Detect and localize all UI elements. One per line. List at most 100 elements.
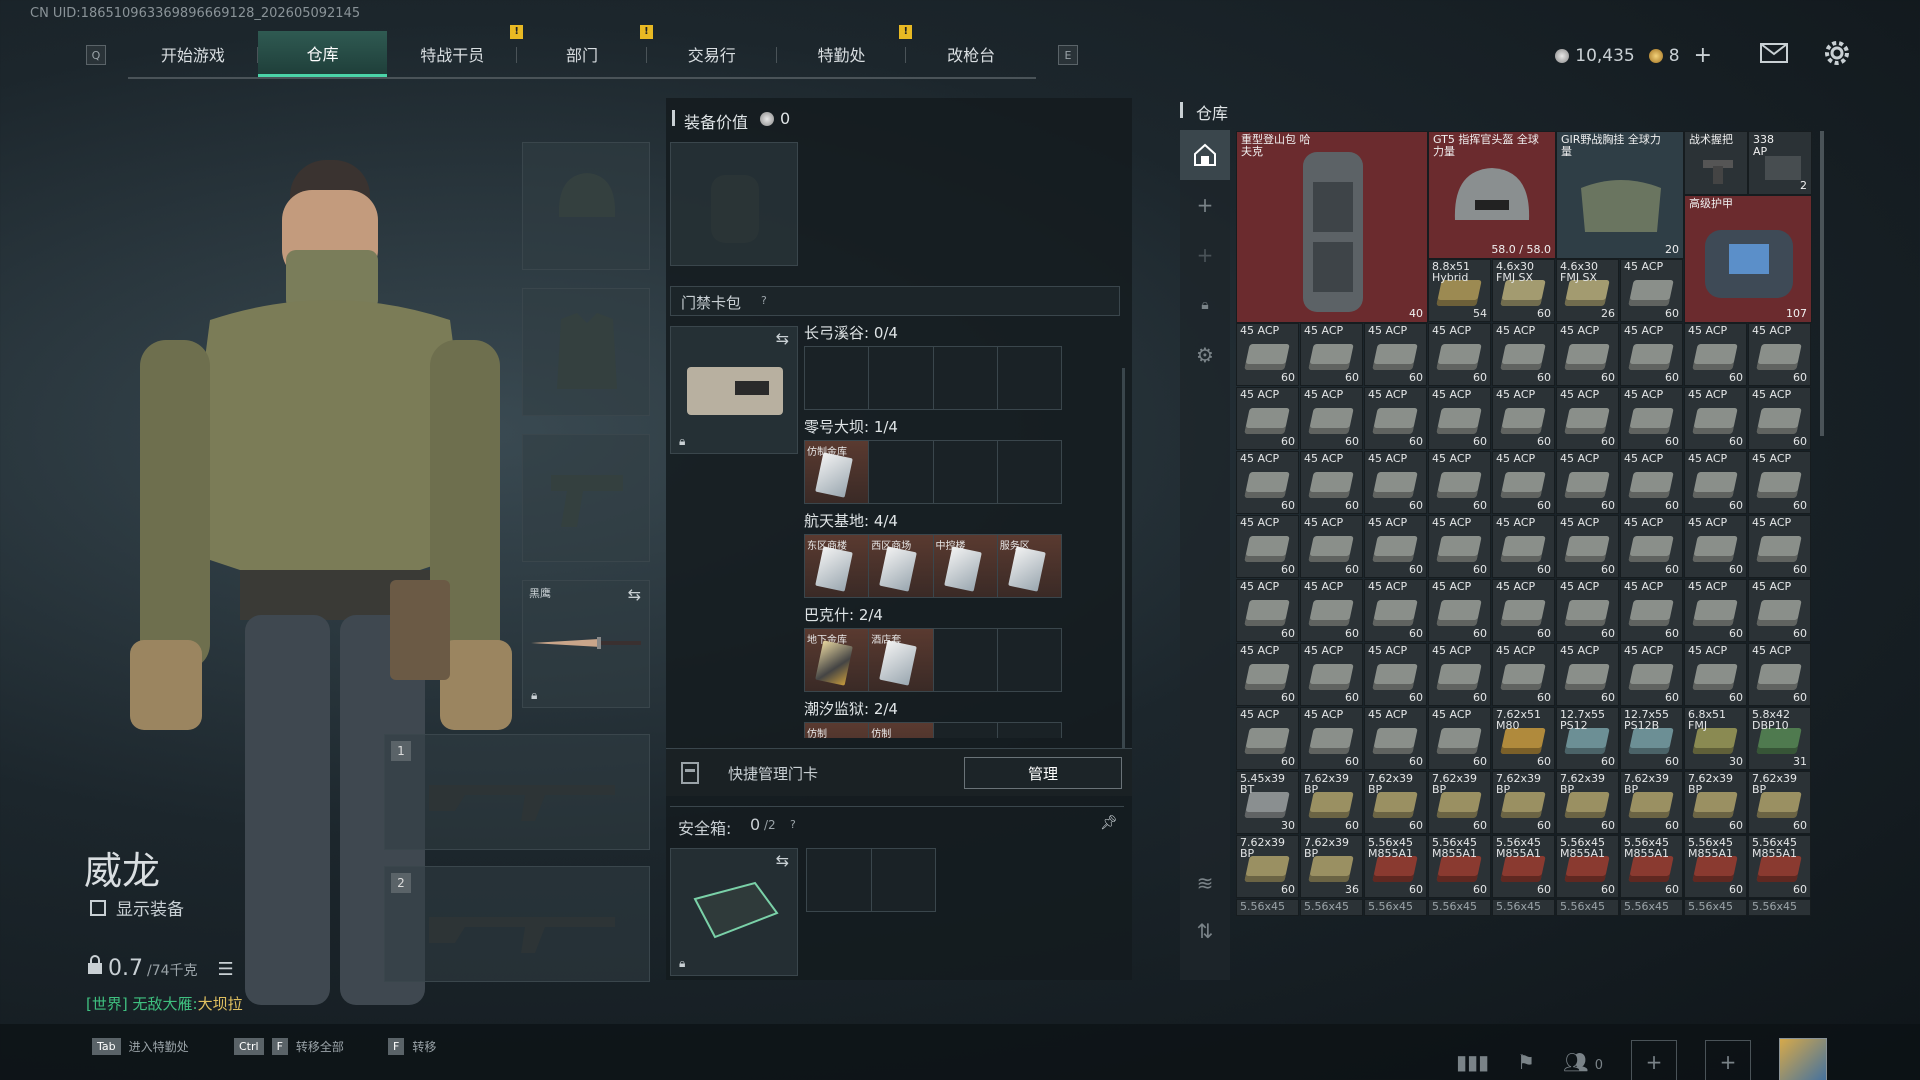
ammo-item[interactable]: 45 ACP 60 [1428, 579, 1491, 642]
storage-item[interactable]: GIR野战胸挂 全球力量 20 [1556, 131, 1684, 259]
ammo-item[interactable]: 45 ACP 60 [1428, 643, 1491, 706]
keycard[interactable]: 仿制金库 [805, 441, 870, 503]
ammo-item[interactable]: 45 ACP 60 [1300, 643, 1363, 706]
ammo-item[interactable]: 5.56x45 M855A1 60 [1492, 835, 1555, 898]
ammo-item[interactable]: 45 ACP 60 [1428, 707, 1491, 770]
ammo-item[interactable]: 45 ACP 60 [1748, 387, 1811, 450]
keycard[interactable]: 服务区 [997, 535, 1061, 597]
keycard[interactable]: 西区商场 [869, 535, 934, 597]
keycard[interactable]: 中控楼 [933, 535, 998, 597]
ammo-item[interactable]: 45 ACP 60 [1492, 323, 1555, 386]
ammo-item[interactable]: 45 ACP 60 [1620, 323, 1683, 386]
ammo-item[interactable]: 12.7x55 PS12B 60 [1620, 707, 1683, 770]
ammo-item[interactable]: 5.56x45 [1364, 899, 1427, 916]
ammo-item[interactable]: 5.56x45 [1236, 899, 1299, 916]
ammo-item[interactable]: 5.56x45 M855A1 60 [1428, 835, 1491, 898]
ammo-item[interactable]: 45 ACP 60 [1300, 387, 1363, 450]
ammo-item[interactable]: 45 ACP 60 [1684, 451, 1747, 514]
primary-weapon-slot[interactable]: 1 [384, 734, 650, 850]
keycard-slot-empty[interactable] [805, 347, 870, 409]
ammo-item[interactable]: 45 ACP 60 [1620, 387, 1683, 450]
add-tab-icon[interactable]: + [1180, 230, 1230, 280]
ammo-item[interactable]: 45 ACP 60 [1428, 323, 1491, 386]
ammo-item[interactable]: 5.56x45 M855A1 60 [1364, 835, 1427, 898]
ammo-item[interactable]: 45 ACP 60 [1236, 707, 1299, 770]
friends-icon[interactable]: 👥︎ 0 [1563, 1050, 1603, 1074]
keycard[interactable]: 地下金库 [805, 629, 870, 691]
keycard-slot-empty[interactable] [934, 723, 998, 738]
ammo-item[interactable]: 4.6x30 FMJ SX 26 [1556, 259, 1619, 322]
ammo-item[interactable]: 5.56x45 M855A1 60 [1684, 835, 1747, 898]
ammo-item[interactable]: 7.62x39 BP 60 [1364, 771, 1427, 834]
ammo-item[interactable]: 45 ACP 60 [1300, 707, 1363, 770]
flag-icon[interactable]: ⚑ [1517, 1050, 1535, 1074]
ammo-item[interactable]: 7.62x39 BP 36 [1300, 835, 1363, 898]
ammo-item[interactable]: 45 ACP 60 [1684, 323, 1747, 386]
ammo-item[interactable]: 45 ACP 60 [1492, 643, 1555, 706]
add-member-button[interactable]: + [1705, 1040, 1751, 1080]
ammo-item[interactable]: 45 ACP 60 [1748, 451, 1811, 514]
add-tab-icon[interactable]: + [1180, 180, 1230, 230]
storage-item[interactable]: GT5 指挥官头盔 全球力量 58.0 / 58.0 [1428, 131, 1556, 259]
tab-department[interactable]: 部门! [517, 25, 653, 77]
ammo-item[interactable]: 45 ACP 60 [1556, 515, 1619, 578]
safebox-slot[interactable]: ⇆ 🔒︎ [670, 848, 798, 976]
armor-slot[interactable] [522, 288, 650, 416]
ammo-item[interactable]: 5.56x45 [1684, 899, 1747, 916]
ammo-item[interactable]: 4.6x30 FMJ SX 60 [1492, 259, 1555, 322]
ammo-item[interactable]: 45 ACP 60 [1236, 323, 1299, 386]
stats-chart-icon[interactable]: ▮▮▮ [1456, 1050, 1489, 1074]
safebox-cell[interactable] [872, 849, 936, 911]
ammo-item[interactable]: 7.62x39 BP 60 [1748, 771, 1811, 834]
ammo-item[interactable]: 45 ACP 60 [1364, 451, 1427, 514]
keycard[interactable]: 仿制 [869, 723, 934, 738]
storage-item[interactable]: 高级护甲 107 [1684, 195, 1812, 323]
swap-icon[interactable]: ⇆ [776, 851, 789, 870]
mail-icon[interactable] [1760, 43, 1788, 68]
hint-transfer-all[interactable]: Ctrl F 转移全部 [234, 1038, 344, 1055]
ammo-item[interactable]: 5.56x45 [1556, 899, 1619, 916]
ammo-item[interactable]: 5.8x42 DBP10 31 [1748, 707, 1811, 770]
show-equipment-checkbox[interactable] [90, 899, 106, 916]
keycard[interactable]: 仿制 [805, 723, 870, 738]
ammo-item[interactable]: 45 ACP 60 [1556, 387, 1619, 450]
ammo-item[interactable]: 45 ACP 60 [1492, 387, 1555, 450]
tab-start-game[interactable]: 开始游戏 [128, 31, 258, 77]
ammo-item[interactable]: 45 ACP 60 [1300, 323, 1363, 386]
ammo-item[interactable]: 5.56x45 [1300, 899, 1363, 916]
help-icon[interactable]: ? [790, 818, 796, 831]
storage-home-icon[interactable] [1180, 130, 1230, 180]
keycard-slot-empty[interactable] [998, 347, 1061, 409]
ammo-item[interactable]: 8.8x51 Hybrid 54 [1428, 259, 1491, 322]
settings-gear-icon[interactable] [1824, 40, 1850, 71]
scrollbar[interactable] [1122, 368, 1125, 748]
ammo-item[interactable]: 45 ACP 60 [1236, 387, 1299, 450]
ammo-item[interactable]: 45 ACP 60 [1236, 579, 1299, 642]
ammo-item[interactable]: 45 ACP 60 [1556, 323, 1619, 386]
ammo-item[interactable]: 5.56x45 [1492, 899, 1555, 916]
keycard-slot-empty[interactable] [934, 441, 998, 503]
ammo-item[interactable]: 5.56x45 [1428, 899, 1491, 916]
tab-market[interactable]: 交易行 [647, 31, 777, 77]
ammo-item[interactable]: 45 ACP 60 [1364, 323, 1427, 386]
ammo-item[interactable]: 45 ACP 60 [1364, 707, 1427, 770]
avatar[interactable] [1779, 1038, 1827, 1080]
ammo-item[interactable]: 12.7x55 PS12 60 [1556, 707, 1619, 770]
ammo-item[interactable]: 45 ACP 60 [1236, 643, 1299, 706]
keycard-slot-empty[interactable] [934, 347, 998, 409]
ammo-item[interactable]: 5.56x45 [1748, 899, 1811, 916]
ammo-item[interactable]: 45 ACP 60 [1428, 387, 1491, 450]
keycard[interactable]: 东区商楼 [805, 535, 870, 597]
manage-button[interactable]: 管理 [964, 757, 1122, 789]
ammo-item[interactable]: 45 ACP 60 [1364, 387, 1427, 450]
swap-icon[interactable]: ⇆ [776, 329, 789, 348]
hint-transfer[interactable]: F 转移 [388, 1038, 436, 1055]
help-icon[interactable]: ? [761, 294, 767, 307]
tab-gunsmith[interactable]: 改枪台 [906, 31, 1036, 77]
ammo-item[interactable]: 45 ACP 60 [1620, 259, 1683, 322]
ammo-item[interactable]: 45 ACP 60 [1684, 579, 1747, 642]
ammo-item[interactable]: 45 ACP 60 [1236, 515, 1299, 578]
ammo-item[interactable]: 45 ACP 60 [1300, 451, 1363, 514]
ammo-item[interactable]: 5.56x45 M855A1 60 [1620, 835, 1683, 898]
ammo-item[interactable]: 45 ACP 60 [1364, 515, 1427, 578]
